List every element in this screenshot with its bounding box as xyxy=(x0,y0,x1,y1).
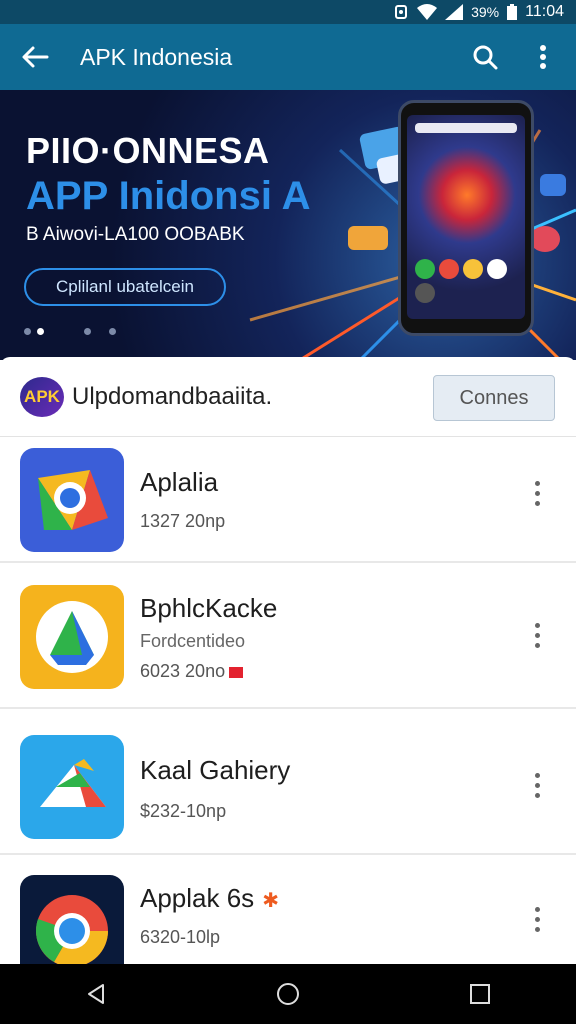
item-more-button[interactable] xyxy=(522,765,552,805)
gallery-triangle-icon xyxy=(20,735,124,839)
phone-illustration xyxy=(398,100,534,336)
status-bar: 39% 11:04 xyxy=(0,0,576,24)
battery-icon xyxy=(507,4,518,20)
nav-back-button[interactable] xyxy=(66,964,126,1024)
app-name: Aplalia xyxy=(140,467,219,497)
floating-card-icon xyxy=(540,174,566,196)
app-name: Applak 6s xyxy=(140,883,255,913)
carousel-indicator xyxy=(24,328,116,335)
item-more-button[interactable] xyxy=(522,615,552,655)
app-name-row: Applak 6s ✱ xyxy=(140,883,279,914)
more-vert-icon xyxy=(534,622,540,628)
carousel-dot xyxy=(84,328,91,335)
floating-card-icon xyxy=(530,226,560,252)
app-meta: 6320-10lp xyxy=(140,927,221,947)
app-bar: APK Indonesia xyxy=(0,24,576,90)
app-meta: 1327 20np xyxy=(140,511,226,531)
app-list-item[interactable]: Aplalia 1327 20np xyxy=(0,437,576,563)
overflow-menu-button[interactable] xyxy=(514,24,572,90)
back-arrow-icon xyxy=(22,46,49,68)
search-icon xyxy=(473,45,498,70)
item-more-button[interactable] xyxy=(522,899,552,939)
system-nav-bar xyxy=(0,964,576,1024)
page-title: APK Indonesia xyxy=(80,43,233,70)
more-vert-icon xyxy=(534,772,540,778)
signal-icon xyxy=(445,4,464,20)
apk-logo-text: APK xyxy=(24,387,60,406)
card-header: APK Ulpdomandbaaiita. Connes xyxy=(0,357,576,437)
nav-home-button[interactable] xyxy=(258,964,318,1024)
app-meta: 6023 20no xyxy=(140,661,226,681)
banner-headline: PIIO·ONNESA xyxy=(26,130,270,171)
apk-logo: APK xyxy=(20,377,64,417)
app-name: Kaal Gahiery xyxy=(140,755,291,785)
banner-title: APP Inidonsi A xyxy=(26,174,311,218)
more-vert-icon xyxy=(534,480,540,486)
card-title: Ulpdomandbaaiita. xyxy=(72,383,273,410)
search-button[interactable] xyxy=(456,24,514,90)
carousel-dot-active xyxy=(37,328,44,335)
nav-back-icon xyxy=(88,984,104,1004)
flag-icon xyxy=(229,666,244,678)
clock: 11:04 xyxy=(525,3,564,20)
back-button[interactable] xyxy=(0,24,70,90)
app-list-card: APK Ulpdomandbaaiita. Connes Aplalia 132… xyxy=(0,357,576,967)
carousel-dot xyxy=(24,328,31,335)
chrome-circle-icon xyxy=(20,875,124,967)
wifi-icon xyxy=(417,4,438,20)
drive-triangle-icon xyxy=(20,585,124,689)
carousel-dot xyxy=(109,328,116,335)
more-vert-icon xyxy=(534,906,540,912)
app-list-item[interactable]: Kaal Gahiery $232-10np xyxy=(0,709,576,855)
battery-percent: 39% xyxy=(471,4,500,20)
app-list-item[interactable]: BphlcKacke Fordcentideo 6023 20no xyxy=(0,563,576,709)
banner-cta-button[interactable]: Cplilanl ubatelcein xyxy=(24,268,226,306)
sync-icon xyxy=(393,4,409,20)
app-meta: $232-10np xyxy=(140,801,227,821)
promo-banner[interactable]: PIIO·ONNESA APP Inidonsi A B Aiwovi-LA10… xyxy=(0,90,576,360)
banner-subtitle: B Aiwovi-LA100 OOBABK xyxy=(26,224,245,245)
chrome-triangle-icon xyxy=(20,448,124,552)
floating-card-icon xyxy=(348,226,388,250)
nav-recents-button[interactable] xyxy=(450,964,510,1024)
app-list-item[interactable]: Applak 6s ✱ 6320-10lp xyxy=(0,855,576,967)
app-meta-row: 6023 20no xyxy=(140,661,244,682)
nav-home-icon xyxy=(277,983,299,1005)
star-badge-icon: ✱ xyxy=(262,890,279,912)
item-more-button[interactable] xyxy=(522,473,552,513)
connect-button[interactable]: Connes xyxy=(433,375,555,421)
app-subtitle: Fordcentideo xyxy=(140,631,246,651)
more-vert-icon xyxy=(540,45,546,69)
nav-recents-icon xyxy=(470,984,490,1004)
app-name: BphlcKacke xyxy=(140,593,278,623)
